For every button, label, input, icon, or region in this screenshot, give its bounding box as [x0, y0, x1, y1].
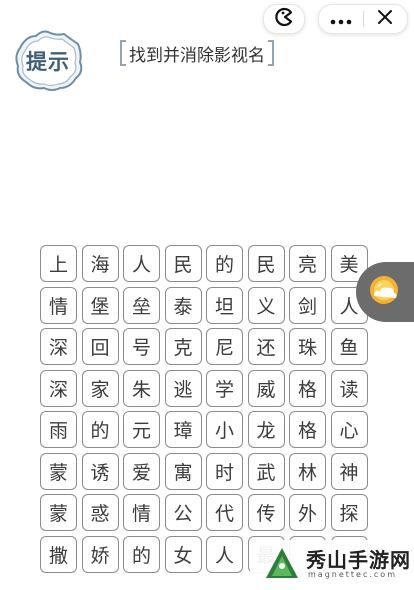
grid-cell[interactable]: 代: [206, 494, 243, 531]
grid-cell[interactable]: 惑: [81, 494, 119, 531]
grid-cell[interactable]: 探: [330, 494, 368, 531]
grid-cell[interactable]: 诱: [81, 452, 119, 490]
grid-cell[interactable]: 读: [330, 369, 368, 407]
floating-assistant-button[interactable]: [356, 262, 414, 322]
sun-cloud-icon: [366, 272, 402, 312]
grid-cell[interactable]: 回: [81, 328, 119, 365]
grid-cell[interactable]: 家: [81, 369, 119, 407]
grid-cell[interactable]: 小: [206, 411, 243, 448]
grid-cell[interactable]: 的: [81, 411, 119, 448]
grid-cell[interactable]: 林: [289, 452, 326, 490]
grid-cell[interactable]: 的: [123, 535, 160, 573]
hint-label: 提示: [26, 49, 70, 74]
watermark: 秀山手游网 magnettec.com: [250, 540, 414, 584]
grid-cell[interactable]: 海: [81, 245, 119, 282]
grid-cell[interactable]: 民: [164, 245, 202, 282]
grid-cell[interactable]: 娇: [81, 535, 119, 573]
grid-cell[interactable]: 深: [40, 369, 77, 407]
grid-cell[interactable]: 学: [206, 369, 243, 407]
grid-cell[interactable]: 珠: [289, 328, 326, 365]
task-title: 找到并消除影视名: [120, 38, 274, 68]
watermark-logo-icon: [264, 546, 300, 584]
grid-cell[interactable]: 格: [289, 369, 326, 407]
grid-cell[interactable]: 心: [330, 411, 368, 448]
grid-cell[interactable]: 人: [123, 245, 160, 282]
grid-cell[interactable]: 亮: [289, 245, 326, 282]
grid-cell[interactable]: 武: [247, 452, 285, 490]
grid-cell[interactable]: 堡: [81, 286, 119, 324]
grid-cell[interactable]: 女: [164, 535, 202, 573]
hint-button[interactable]: 提示: [12, 30, 84, 92]
grid-cell[interactable]: 深: [40, 328, 77, 365]
grid-cell[interactable]: 格: [289, 411, 326, 448]
grid-cell[interactable]: 朱: [123, 369, 160, 407]
grid-cell[interactable]: 外: [289, 494, 326, 531]
task-text: 找到并消除影视名: [129, 45, 265, 66]
grid-cell[interactable]: 坦: [206, 286, 243, 324]
grid-cell[interactable]: 寓: [164, 452, 202, 490]
grid-cell[interactable]: 尼: [206, 328, 243, 365]
grid-cell[interactable]: 义: [247, 286, 285, 324]
grid-cell[interactable]: 龙: [247, 411, 285, 448]
grid-cell[interactable]: 垒: [123, 286, 160, 324]
grid-cell[interactable]: 撒: [40, 535, 77, 573]
watermark-subtitle: magnettec.com: [308, 570, 397, 579]
grid-cell[interactable]: 蒙: [40, 494, 77, 531]
close-icon: [377, 9, 393, 29]
grid-cell[interactable]: 的: [206, 245, 243, 282]
grid-cell[interactable]: 号: [123, 328, 160, 365]
grid-cell[interactable]: 泰: [164, 286, 202, 324]
character-grid: 上海人民的民亮美情堡垒泰坦义剑人深回号克尼还珠鱼深家朱逃学威格读雨的元璋小龙格心…: [40, 245, 370, 590]
grid-cell[interactable]: 人: [206, 535, 243, 573]
pacman-icon: [274, 7, 294, 31]
grid-cell[interactable]: 鱼: [330, 328, 368, 365]
close-button[interactable]: [364, 5, 408, 33]
grid-cell[interactable]: 璋: [164, 411, 202, 448]
capsule-menu: [318, 4, 408, 34]
grid-cell[interactable]: 时: [206, 452, 243, 490]
grid-cell[interactable]: 公: [164, 494, 202, 531]
grid-cell[interactable]: 剑: [289, 286, 326, 324]
right-bracket: [268, 40, 274, 66]
watermark-title: 秀山手游网: [306, 548, 411, 572]
grid-cell[interactable]: 民: [247, 245, 285, 282]
more-dots-icon: [330, 10, 352, 29]
grid-cell[interactable]: 威: [247, 369, 285, 407]
grid-cell[interactable]: 雨: [40, 411, 77, 448]
grid-cell[interactable]: 爱: [123, 452, 160, 490]
grid-cell[interactable]: 情: [123, 494, 160, 531]
grid-cell[interactable]: 神: [330, 452, 368, 490]
grid-cell[interactable]: 蒙: [40, 452, 77, 490]
pacman-button[interactable]: [263, 4, 305, 34]
more-button[interactable]: [319, 5, 363, 33]
grid-cell[interactable]: 情: [40, 286, 77, 324]
grid-cell[interactable]: 上: [40, 245, 77, 282]
grid-cell[interactable]: 克: [164, 328, 202, 365]
grid-cell[interactable]: 逃: [164, 369, 202, 407]
grid-cell[interactable]: 还: [247, 328, 285, 365]
grid-cell[interactable]: 传: [247, 494, 285, 531]
grid-cell[interactable]: 元: [123, 411, 160, 448]
